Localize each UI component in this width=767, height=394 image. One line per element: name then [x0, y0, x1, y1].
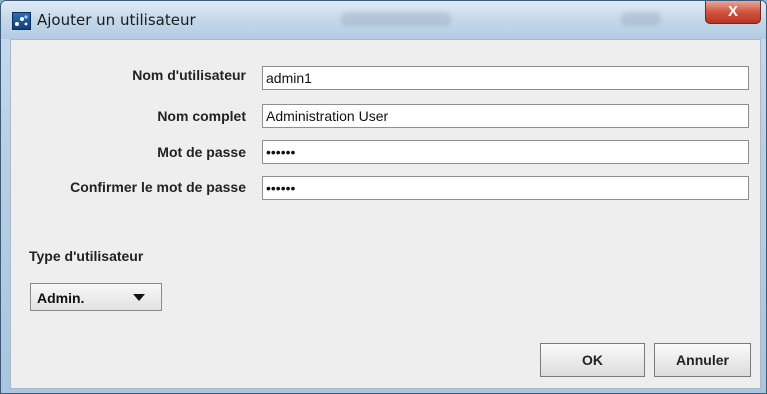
confirm-password-label: Confirmer le mot de passe [70, 179, 246, 195]
ok-button[interactable]: OK [540, 343, 645, 377]
confirm-password-input[interactable]: •••••• [262, 176, 749, 200]
add-user-dialog: Ajouter un utilisateur X Nom d'utilisate… [0, 0, 767, 394]
user-type-label: Type d'utilisateur [29, 248, 144, 264]
title-bar[interactable]: Ajouter un utilisateur X [1, 1, 766, 39]
app-icon [12, 12, 31, 30]
dialog-content: Nom d'utilisateur admin1 Nom complet Adm… [10, 39, 761, 389]
cancel-button[interactable]: Annuler [654, 343, 751, 377]
user-type-select[interactable]: Admin. [30, 283, 162, 311]
password-input[interactable]: •••••• [262, 140, 749, 164]
user-type-value: Admin. [37, 290, 85, 306]
username-label: Nom d'utilisateur [132, 67, 246, 83]
window-title: Ajouter un utilisateur [37, 11, 196, 29]
fullname-label: Nom complet [157, 108, 246, 124]
password-label: Mot de passe [157, 144, 246, 160]
blurred-background-text [341, 12, 451, 26]
username-input[interactable]: admin1 [262, 66, 749, 90]
chevron-down-icon [133, 294, 145, 301]
blurred-background-text [621, 12, 661, 26]
close-button[interactable]: X [705, 1, 761, 24]
fullname-input[interactable]: Administration User [262, 104, 749, 128]
